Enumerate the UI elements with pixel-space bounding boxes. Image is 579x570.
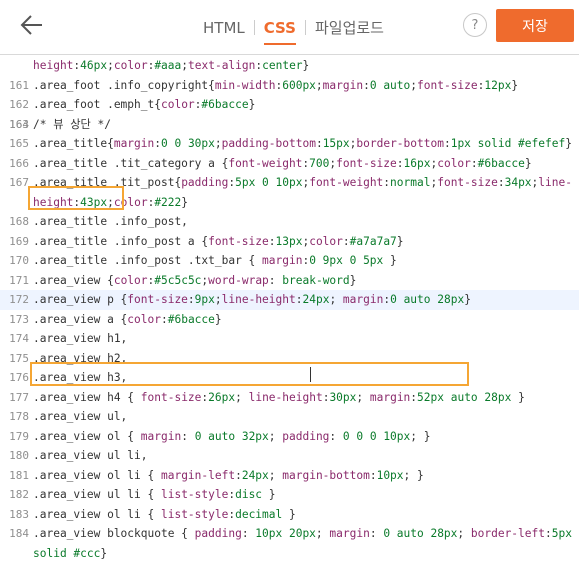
line-number: 180 — [9, 449, 29, 462]
code-text: .area_view a {color:#6bacce} — [33, 312, 222, 326]
code-text: height:46px;color:#aaa;text-align:center… — [33, 59, 310, 72]
tab-html[interactable]: HTML — [203, 19, 245, 37]
line-number: 176 — [9, 371, 29, 384]
code-text: .area_view h4 { font-size:26px; line-hei… — [33, 390, 525, 404]
line-number: 169 — [9, 234, 29, 248]
line-number: 161 — [9, 78, 29, 92]
code-text: .area_view h3, — [33, 371, 128, 384]
code-text: .area_foot .emph_t{color:#6bacce} — [33, 98, 256, 111]
tab-css[interactable]: CSS — [263, 19, 297, 45]
code-text: .area_title .tit_post{padding:5px 0 10px… — [33, 176, 572, 209]
code-line[interactable]: 175 .area_view h2, — [0, 349, 579, 369]
code-text: .area_title .info_post, — [33, 215, 188, 228]
line-number: 182 — [9, 488, 29, 501]
code-line[interactable]: 167 .area_title .tit_post{padding:5px 0 1… — [0, 173, 579, 212]
code-line[interactable]: 177 .area_view h4 { font-size:26px; line-… — [0, 388, 579, 408]
tab-file-upload[interactable]: 파일업로드 — [315, 17, 384, 38]
code-text: .area_view ol { margin: 0 auto 32px; pad… — [33, 429, 431, 443]
line-number: 174 — [9, 332, 29, 345]
code-text: .area_view p {font-size:9px;line-height:… — [33, 293, 471, 306]
code-line[interactable]: 184 .area_view blockquote { padding: 10px… — [0, 524, 579, 563]
line-number: 167 — [9, 176, 29, 189]
code-line[interactable]: 170 .area_title .info_post .txt_bar { mar… — [0, 251, 579, 271]
code-text: .area_view ul li { list-style:disc } — [33, 488, 276, 501]
code-lines: height:46px;color:#aaa;text-align:center… — [0, 56, 579, 563]
code-text: .area_view ul, — [33, 410, 128, 423]
code-text: .area_title .info_post a {font-size:13px… — [33, 234, 404, 248]
code-text: .area_view {color:#5c5c5c;word-wrap: bre… — [33, 273, 357, 287]
tab-divider — [253, 20, 255, 35]
code-line[interactable]: 161 .area_foot .info_copyright{min-width:… — [0, 76, 579, 96]
code-text: .area_title .tit_category a {font-weight… — [33, 156, 532, 170]
line-number: 162 — [9, 98, 29, 111]
code-line[interactable]: 173 .area_view a {color:#6bacce} — [0, 310, 579, 330]
line-number: 175 — [9, 351, 29, 365]
line-number: 168 — [9, 215, 29, 228]
code-line[interactable]: 183 .area_view ol li { list-style:decimal… — [0, 505, 579, 525]
code-line[interactable]: 174 .area_view h1, — [0, 329, 579, 349]
code-text: .area_title .info_post .txt_bar { margin… — [33, 254, 397, 267]
line-number: 164 — [9, 117, 29, 131]
editor-tabs: HTML CSS 파일업로드 — [203, 0, 384, 55]
code-line[interactable]: 166 .area_title .tit_category a {font-wei… — [0, 154, 579, 174]
code-text: /* 뷰 상단 */ — [33, 117, 112, 131]
line-number: 177 — [9, 390, 29, 404]
code-text: .area_view h1, — [33, 332, 128, 345]
code-line[interactable]: 179 .area_view ol { margin: 0 auto 32px; … — [0, 427, 579, 447]
code-text: .area_view ul li, — [33, 449, 148, 462]
code-text: .area_view ol li { margin-left:24px; mar… — [33, 468, 424, 482]
code-line[interactable]: 181 .area_view ol li { margin-left:24px; … — [0, 466, 579, 486]
line-number: 173 — [9, 312, 29, 326]
code-line[interactable]: 169 .area_title .info_post a {font-size:1… — [0, 232, 579, 252]
line-number: 179 — [9, 429, 29, 443]
code-text: .area_view blockquote { padding: 10px 20… — [33, 527, 579, 560]
back-arrow-icon[interactable] — [18, 11, 46, 39]
css-code-editor[interactable]: height:46px;color:#aaa;text-align:center… — [0, 56, 579, 570]
code-line[interactable]: 176 .area_view h3, — [0, 368, 579, 388]
line-number: 181 — [9, 468, 29, 482]
code-line[interactable]: 182 .area_view ul li { list-style:disc } — [0, 485, 579, 505]
code-line[interactable]: 164 /* 뷰 상단 */ — [0, 115, 579, 135]
text-cursor — [310, 367, 311, 382]
line-number: 166 — [9, 156, 29, 170]
code-text: .area_view h2, — [33, 351, 128, 365]
line-number: 165 — [9, 137, 29, 150]
line-number: 184 — [9, 527, 29, 540]
code-text: .area_title{margin:0 0 30px;padding-bott… — [33, 137, 572, 150]
help-icon[interactable]: ? — [463, 13, 487, 37]
code-text: .area_view ol li { list-style:decimal } — [33, 507, 296, 521]
code-line[interactable]: 165 .area_title{margin:0 0 30px;padding-b… — [0, 134, 579, 154]
code-line[interactable]: 168 .area_title .info_post, — [0, 212, 579, 232]
code-line[interactable]: 172 .area_view p {font-size:9px;line-heig… — [0, 290, 579, 310]
code-line[interactable]: 171 .area_view {color:#5c5c5c;word-wrap: … — [0, 271, 579, 291]
line-number: 183 — [9, 507, 29, 521]
line-number: 172 — [9, 293, 29, 306]
tab-divider — [304, 20, 306, 35]
code-line[interactable]: height:46px;color:#aaa;text-align:center… — [0, 56, 579, 76]
line-number: 178 — [9, 410, 29, 423]
top-toolbar: HTML CSS 파일업로드 ? 저장 — [0, 0, 579, 55]
save-button[interactable]: 저장 — [496, 9, 574, 42]
code-line[interactable]: 162 .area_foot .emph_t{color:#6bacce} — [0, 95, 579, 115]
code-text: .area_foot .info_copyright{min-width:600… — [33, 78, 519, 92]
line-number: 170 — [9, 254, 29, 267]
code-line[interactable]: 180 .area_view ul li, — [0, 446, 579, 466]
code-line[interactable]: 178 .area_view ul, — [0, 407, 579, 427]
line-number: 171 — [9, 273, 29, 287]
